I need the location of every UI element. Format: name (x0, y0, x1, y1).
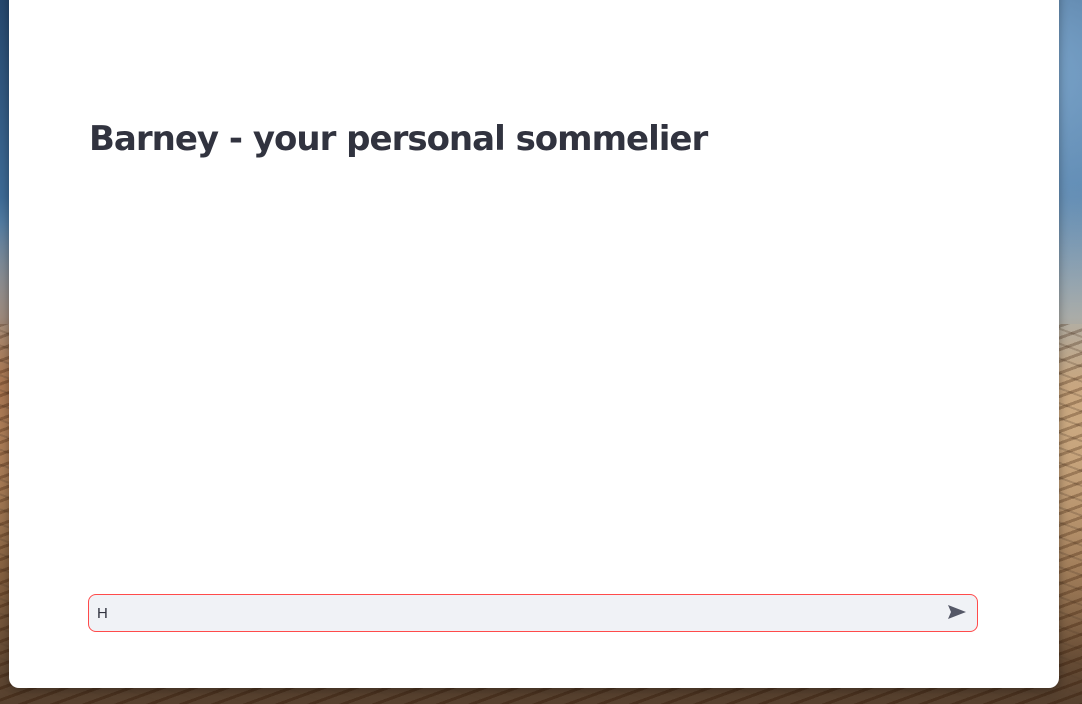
send-button[interactable] (943, 600, 971, 626)
page-title: Barney - your personal sommelier (89, 119, 708, 159)
send-icon (947, 604, 967, 623)
desktop-background: Barney - your personal sommelier (0, 0, 1082, 704)
app-window: Barney - your personal sommelier (9, 0, 1059, 688)
chat-input-container (88, 594, 978, 632)
chat-input[interactable] (97, 595, 937, 631)
